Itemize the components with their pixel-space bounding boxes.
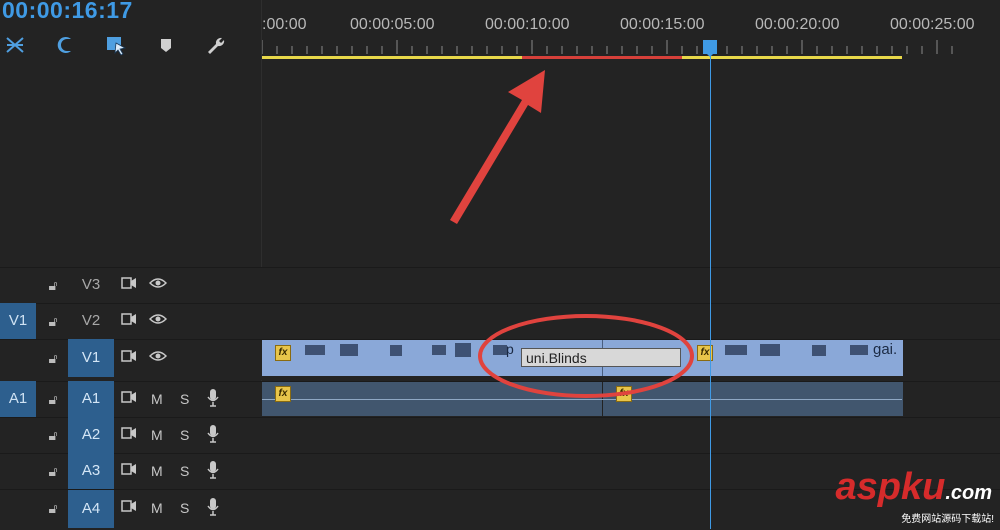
annotation-overlay — [450, 70, 694, 398]
watermark-logo: aspku.com — [835, 466, 992, 508]
watermark-subtitle: 免费网站源码下载站! — [901, 514, 994, 525]
annotation-ellipse — [478, 314, 694, 398]
annotation-arrow — [450, 70, 545, 224]
